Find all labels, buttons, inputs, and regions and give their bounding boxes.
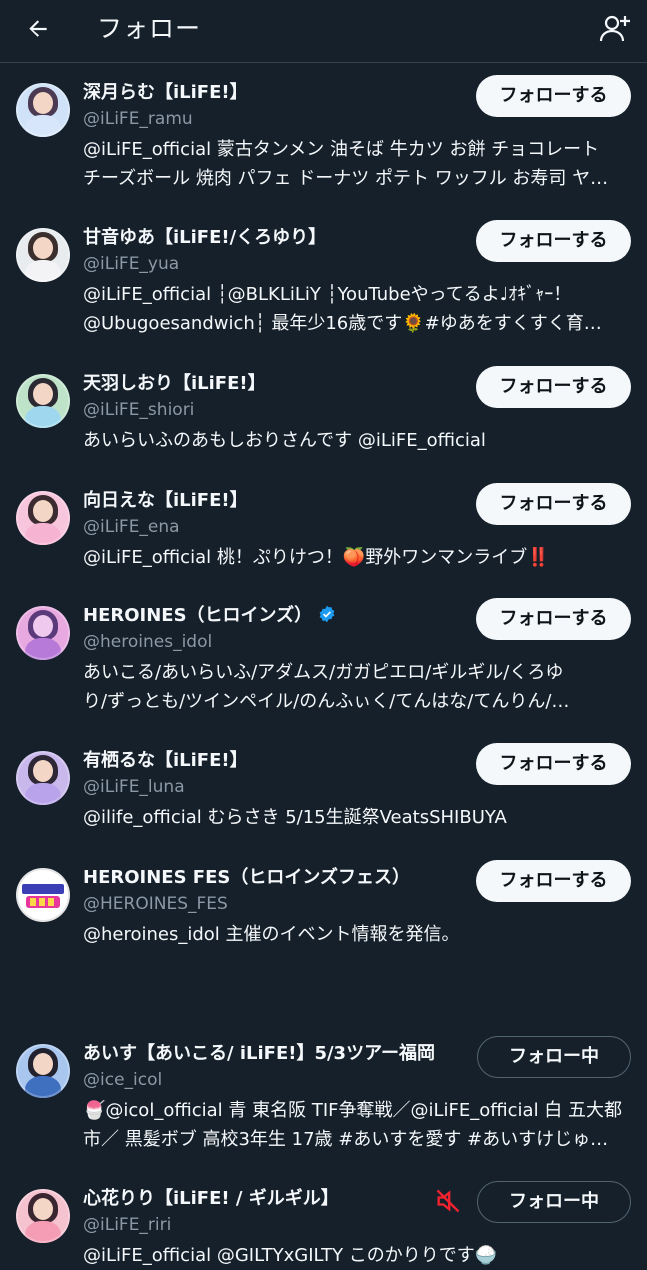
following-button[interactable]: フォロー中	[477, 1036, 631, 1078]
user-name: 向日えな【iLiFE!】	[83, 490, 248, 511]
user-bio: 🍧@icol_official 青 東名阪 TIF争奪戦／@iLiFE_offi…	[83, 1100, 623, 1150]
follow-button[interactable]: フォローする	[476, 483, 631, 525]
user-name: 有栖るな【iLiFE!】	[83, 750, 248, 771]
mute-button[interactable]	[434, 1187, 464, 1217]
follow-button[interactable]: フォローする	[476, 598, 631, 640]
verified-badge-icon	[319, 605, 335, 623]
user-name: 深月らむ【iLiFE!】	[83, 82, 248, 103]
user-bio: あいらいふのあもしおりさんです @iLiFE_official	[83, 430, 486, 451]
add-user-button[interactable]	[597, 12, 633, 46]
avatar[interactable]	[16, 374, 70, 428]
avatar[interactable]	[16, 228, 70, 282]
avatar[interactable]	[16, 868, 70, 922]
avatar[interactable]	[16, 751, 70, 805]
arrow-left-icon	[29, 20, 47, 37]
user-bio: @heroines_idol 主催のイベント情報を発信。	[83, 924, 460, 945]
back-button[interactable]	[22, 13, 54, 45]
avatar[interactable]	[16, 1189, 70, 1243]
follow-button[interactable]: フォローする	[476, 75, 631, 117]
user-handle: @heroines_idol	[83, 632, 213, 652]
page-title: フォロー	[97, 14, 202, 43]
user-name: 心花りり【iLiFE! / ギルギル】	[83, 1188, 339, 1209]
follow-button[interactable]: フォローする	[476, 366, 631, 408]
top-bar: フォロー	[0, 0, 647, 63]
avatar[interactable]	[16, 1044, 70, 1098]
user-handle: @iLiFE_ramu	[83, 109, 193, 129]
following-button[interactable]: フォロー中	[477, 1181, 631, 1223]
user-name: あいす【あいこる/ iLiFE!】5/3ツアー福岡	[83, 1043, 435, 1064]
user-name: HEROINES FES（ヒロインズフェス）	[83, 867, 411, 888]
user-handle: @iLiFE_luna	[83, 777, 185, 797]
follow-button[interactable]: フォローする	[476, 220, 631, 262]
user-name: HEROINES（ヒロインズ）	[83, 603, 336, 629]
user-bio: @ilife_official むらさき 5/15生誕祭VeatsSHIBUYA	[83, 807, 507, 828]
add-user-icon	[599, 15, 630, 42]
follow-button[interactable]: フォローする	[476, 743, 631, 785]
avatar[interactable]	[16, 83, 70, 137]
user-handle: @iLiFE_ena	[83, 517, 180, 537]
user-bio: @iLiFE_official ┆@BLKLiLiY ┆YouTubeやってるよ…	[83, 284, 602, 334]
avatar[interactable]	[16, 491, 70, 545]
user-handle: @iLiFE_riri	[83, 1215, 172, 1235]
avatar[interactable]	[16, 606, 70, 660]
user-bio: @iLiFE_official @GILTYxGILTY このかりりです🍚	[83, 1245, 498, 1266]
user-handle: @iLiFE_yua	[83, 254, 180, 274]
user-handle: @HEROINES_FES	[83, 894, 228, 914]
user-handle: @ice_icol	[83, 1070, 163, 1090]
follow-button[interactable]: フォローする	[476, 860, 631, 902]
user-handle: @iLiFE_shiori	[83, 400, 195, 420]
user-bio: @iLiFE_official 蒙古タンメン 油そば 牛カツ お餅 チョコレート…	[83, 139, 609, 189]
user-bio: あいこる/あいらいふ/アダムス/ガガピエロ/ギルギル/くろゆ り/ずっとも/ツイ…	[83, 662, 570, 712]
muted-speaker-icon	[436, 1189, 460, 1213]
user-bio: @iLiFE_official 桃！ぷりけつ！🍑野外ワンマンライブ‼️	[83, 547, 550, 568]
user-name: 甘音ゆあ【iLiFE!/くろゆり】	[83, 227, 327, 248]
user-name: 天羽しおり【iLiFE!】	[83, 373, 266, 394]
